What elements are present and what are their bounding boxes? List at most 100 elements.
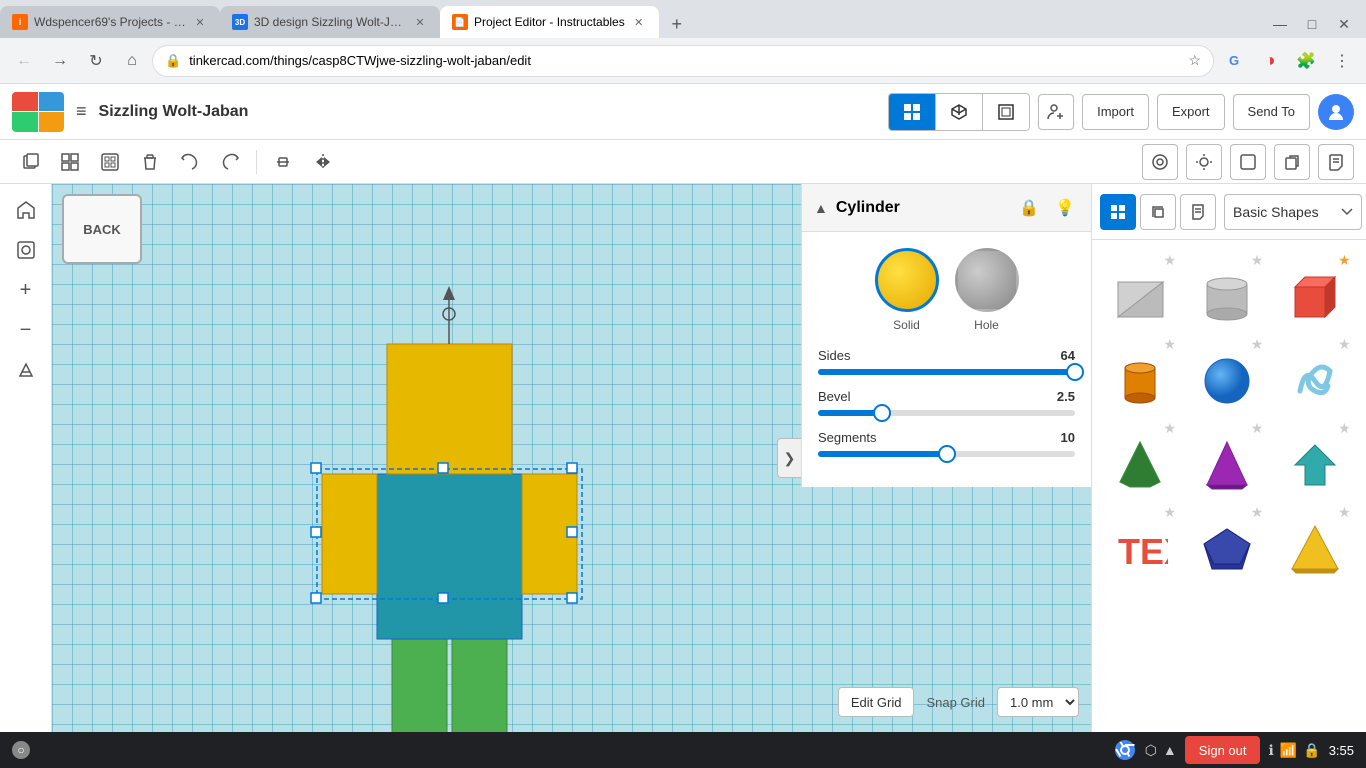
menu-icon[interactable]: ≡ (76, 101, 87, 122)
google-icon[interactable]: G (1218, 45, 1250, 77)
shape-wedge[interactable]: ★ (1100, 248, 1180, 328)
back-nav-button[interactable]: ← (8, 45, 40, 77)
forward-nav-button[interactable]: → (44, 45, 76, 77)
tinkercad-logo[interactable] (12, 92, 64, 132)
wifi-status-icon: 📶 (1280, 742, 1297, 759)
import-button[interactable]: Import (1082, 94, 1149, 130)
shape-mode-button[interactable] (1230, 144, 1266, 180)
group-button[interactable] (52, 144, 88, 180)
shape-star-wedge[interactable]: ★ (1163, 252, 1176, 269)
address-input-wrap[interactable]: 🔒 tinkercad.com/things/casp8CTWjwe-sizzl… (152, 45, 1214, 77)
perspective-button[interactable] (8, 352, 44, 388)
shape-star-cylinder-orange[interactable]: ★ (1163, 336, 1176, 353)
mirror-button[interactable] (305, 144, 341, 180)
shape-arrow[interactable]: ★ (1275, 416, 1355, 496)
view-copy-button[interactable] (1274, 144, 1310, 180)
sides-slider[interactable] (818, 369, 1075, 375)
shape-star-knot[interactable]: ★ (1338, 336, 1351, 353)
zoom-out-button[interactable]: − (8, 312, 44, 348)
segments-label: Segments (818, 430, 877, 445)
snap-grid-label: Snap Grid (926, 695, 985, 710)
tab-2[interactable]: 3D 3D design Sizzling Wolt-Jaban |... ✕ (220, 6, 440, 38)
shape-star-pyramid-purple[interactable]: ★ (1251, 420, 1264, 437)
box-view-button[interactable] (983, 94, 1029, 130)
restore-button[interactable]: □ (1298, 10, 1326, 38)
tab-close-3[interactable]: ✕ (631, 14, 647, 30)
light-button[interactable] (1186, 144, 1222, 180)
shape-star-pyramid-yellow[interactable]: ★ (1338, 504, 1351, 521)
avatar-button[interactable] (1318, 94, 1354, 130)
back-button[interactable]: BACK (62, 194, 142, 264)
shape-star-box[interactable]: ★ (1338, 252, 1351, 269)
edit-grid-button[interactable]: Edit Grid (838, 687, 915, 717)
sides-slider-row: Sides 64 (818, 348, 1075, 375)
shapes-notes-view-button[interactable] (1180, 194, 1216, 230)
grid-view-button[interactable] (889, 94, 936, 130)
snap-grid-select[interactable]: 1.0 mm 0.5 mm 2.0 mm (997, 687, 1079, 717)
shape-star-sphere[interactable]: ★ (1251, 336, 1264, 353)
ungroup-button[interactable] (92, 144, 128, 180)
address-bar: ← → ↻ ⌂ 🔒 tinkercad.com/things/casp8CTWj… (0, 38, 1366, 84)
sendto-button[interactable]: Send To (1233, 94, 1310, 130)
profile-icon[interactable]: ◑ (1254, 45, 1286, 77)
panel-lock-button[interactable]: 🔒 (1015, 194, 1043, 222)
minimize-button[interactable]: — (1266, 10, 1294, 38)
align-button[interactable] (265, 144, 301, 180)
close-browser-button[interactable]: ✕ (1330, 10, 1358, 38)
hole-option[interactable]: Hole (955, 248, 1019, 332)
fit-view-button[interactable] (8, 232, 44, 268)
shape-pyramid-green[interactable]: ★ (1100, 416, 1180, 496)
shape-pyramid-yellow[interactable]: ★ (1275, 500, 1355, 580)
shape-box-red[interactable]: ★ (1275, 248, 1355, 328)
home-view-button[interactable] (8, 192, 44, 228)
new-tab-button[interactable]: + (663, 10, 691, 38)
shape-knot[interactable]: ★ (1275, 332, 1355, 412)
shape-text[interactable]: ★ TEXT (1100, 500, 1180, 580)
shapes-category-dropdown[interactable]: Basic Shapes Text & Numbers Symbols Conn… (1224, 194, 1362, 230)
shape-star-text[interactable]: ★ (1163, 504, 1176, 521)
hole-circle (955, 248, 1019, 312)
panel-arrow-button[interactable]: ❯ (777, 438, 801, 478)
shape-cylinder-gray[interactable]: ★ (1187, 248, 1267, 328)
shapes-corner-view-button[interactable] (1140, 194, 1176, 230)
shape-star-cylinder-gray[interactable]: ★ (1251, 252, 1264, 269)
extensions-button[interactable]: 🧩 (1290, 45, 1322, 77)
tab-close-1[interactable]: ✕ (192, 14, 208, 30)
tab-1[interactable]: i Wdspencer69's Projects - Instru... ✕ (0, 6, 220, 38)
home-button[interactable]: ⌂ (116, 45, 148, 77)
chrome-menu-button[interactable]: ⋮ (1326, 45, 1358, 77)
tab-3[interactable]: 📄 Project Editor - Instructables ✕ (440, 6, 659, 38)
3d-view-button[interactable] (936, 94, 983, 130)
panel-title: Cylinder (836, 199, 1007, 217)
camera-view-button[interactable] (1142, 144, 1178, 180)
sides-label-row: Sides 64 (818, 348, 1075, 363)
refresh-button[interactable]: ↻ (80, 45, 112, 77)
tab-close-2[interactable]: ✕ (412, 14, 428, 30)
zoom-in-button[interactable]: + (8, 272, 44, 308)
shape-star-pentagon[interactable]: ★ (1251, 504, 1264, 521)
delete-button[interactable] (132, 144, 168, 180)
shape-pentagon[interactable]: ★ (1187, 500, 1267, 580)
shape-star-pyramid-green[interactable]: ★ (1163, 420, 1176, 437)
export-button[interactable]: Export (1157, 94, 1225, 130)
canvas-area[interactable]: BACK (52, 184, 1091, 732)
add-person-icon (1046, 102, 1066, 122)
add-person-button[interactable] (1038, 94, 1074, 130)
shape-cylinder-orange[interactable]: ★ (1100, 332, 1180, 412)
bookmark-icon[interactable]: ☆ (1188, 52, 1201, 69)
shape-sphere[interactable]: ★ (1187, 332, 1267, 412)
panel-light-button[interactable]: 💡 (1051, 194, 1079, 222)
undo-button[interactable] (172, 144, 208, 180)
shape-pyramid-purple[interactable]: ★ (1187, 416, 1267, 496)
solid-option[interactable]: Solid (875, 248, 939, 332)
notes-button[interactable] (1318, 144, 1354, 180)
bevel-slider[interactable] (818, 410, 1075, 416)
duplicate-button[interactable] (12, 144, 48, 180)
shape-star-arrow[interactable]: ★ (1338, 420, 1351, 437)
segments-slider[interactable] (818, 451, 1075, 457)
shapes-grid-view-button[interactable] (1100, 194, 1136, 230)
sign-out-button[interactable]: Sign out (1185, 736, 1261, 764)
property-panel-container: ▲ Cylinder 🔒 💡 Solid (801, 184, 1091, 732)
panel-collapse-button[interactable]: ▲ (814, 200, 828, 216)
redo-button[interactable] (212, 144, 248, 180)
